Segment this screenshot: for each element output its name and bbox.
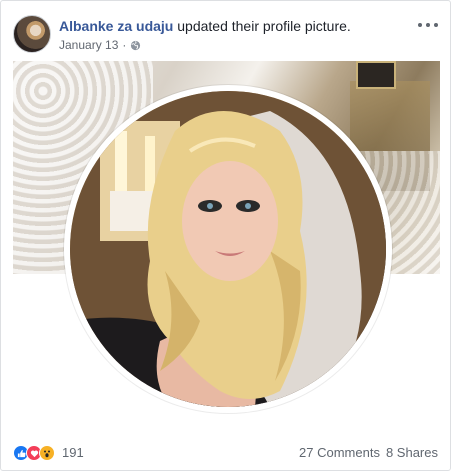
post-action-text: updated their profile picture. <box>177 18 351 34</box>
dot <box>426 23 430 27</box>
feed-post: Albanke za udaju updated their profile p… <box>0 0 451 471</box>
profile-picture[interactable] <box>70 91 386 407</box>
post-header: Albanke za udaju updated their profile p… <box>13 13 438 53</box>
shares-count-link[interactable]: 8 Shares <box>386 445 438 461</box>
comments-count-link[interactable]: 27 Comments <box>299 445 380 461</box>
dot <box>434 23 438 27</box>
dot <box>418 23 422 27</box>
wow-reaction-icon <box>39 445 55 461</box>
globe-icon[interactable] <box>130 40 141 51</box>
more-options-icon[interactable] <box>418 19 438 31</box>
reaction-summary[interactable]: 191 <box>13 445 84 461</box>
cover-picture-frame <box>356 61 396 89</box>
profile-picture-frame[interactable] <box>64 85 392 413</box>
post-date-link[interactable]: January 13 <box>59 37 118 53</box>
post-meta: January 13 · <box>59 37 141 53</box>
post-stats-bar: 191 27 Comments 8 Shares <box>13 441 438 467</box>
meta-separator: · <box>122 38 127 52</box>
reaction-count[interactable]: 191 <box>62 445 84 461</box>
engagement-counts: 27 Comments 8 Shares <box>299 445 438 461</box>
page-avatar[interactable] <box>13 15 51 53</box>
post-title-line: Albanke za udaju updated their profile p… <box>59 17 351 35</box>
author-name-link[interactable]: Albanke za udaju <box>59 18 173 34</box>
profile-picture-illustration <box>70 91 386 407</box>
